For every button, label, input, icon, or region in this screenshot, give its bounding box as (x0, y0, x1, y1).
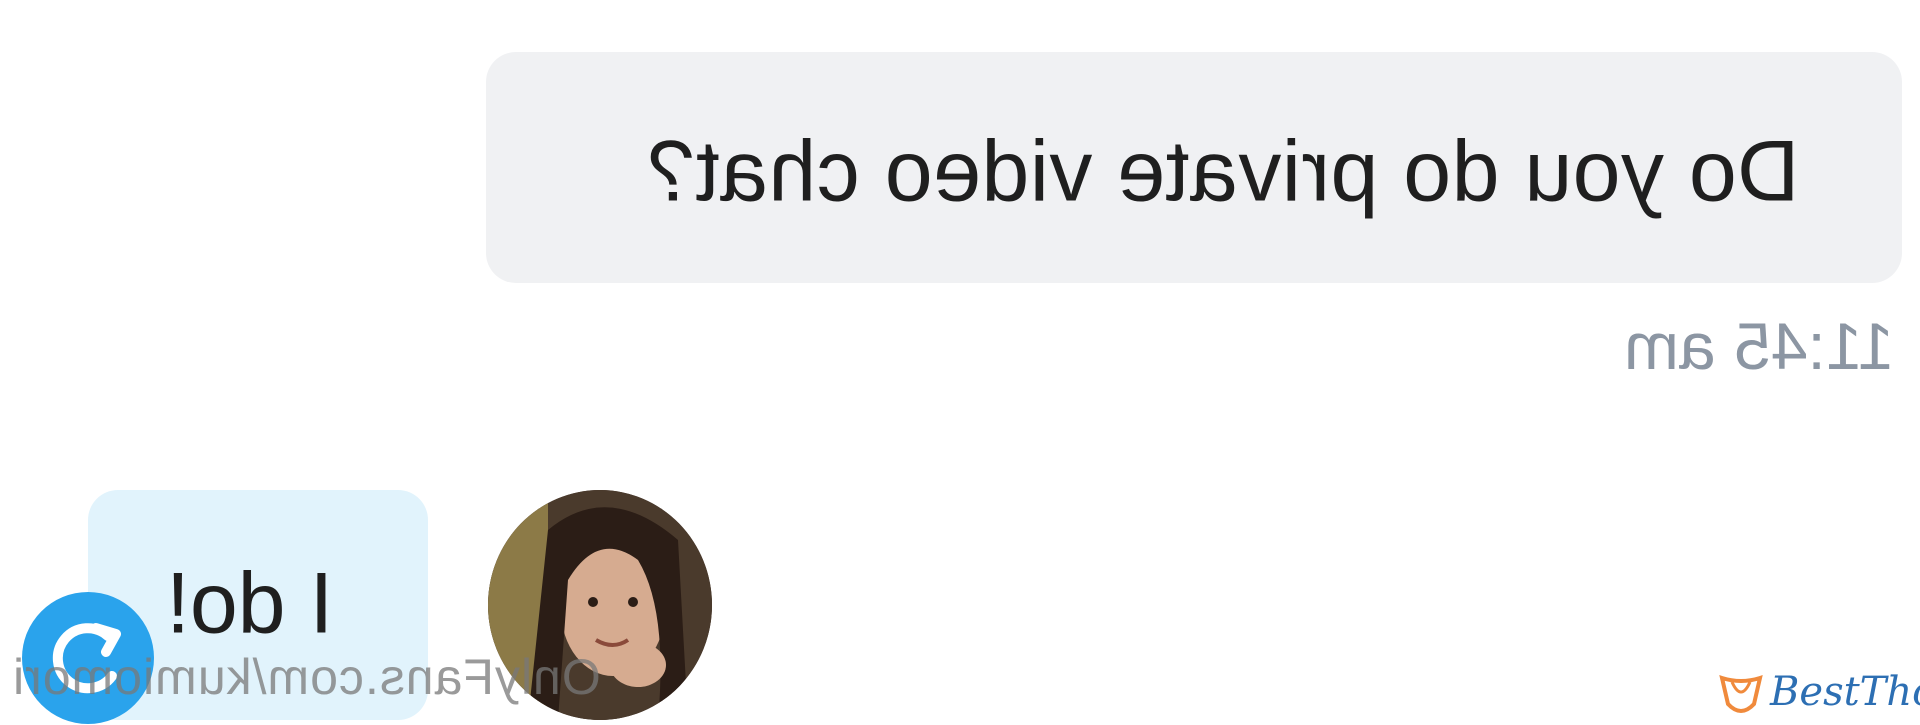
chat-screenshot: Do you do private video chat? 11:45 am I… (0, 0, 1920, 725)
incoming-message-text: I do! (166, 555, 334, 652)
message-timestamp: 11:45 am (1623, 309, 1894, 383)
watermark-url: OnlyFans.com/kumiomori (12, 649, 601, 705)
brand-logo: BestThot (1716, 662, 1920, 722)
outgoing-message-text: Do you do private video chat? (646, 123, 1799, 220)
brand-mark-icon (1716, 664, 1766, 720)
outgoing-message-bubble: Do you do private video chat? (486, 52, 1902, 283)
brand-logo-text: BestThot (1770, 669, 1920, 715)
